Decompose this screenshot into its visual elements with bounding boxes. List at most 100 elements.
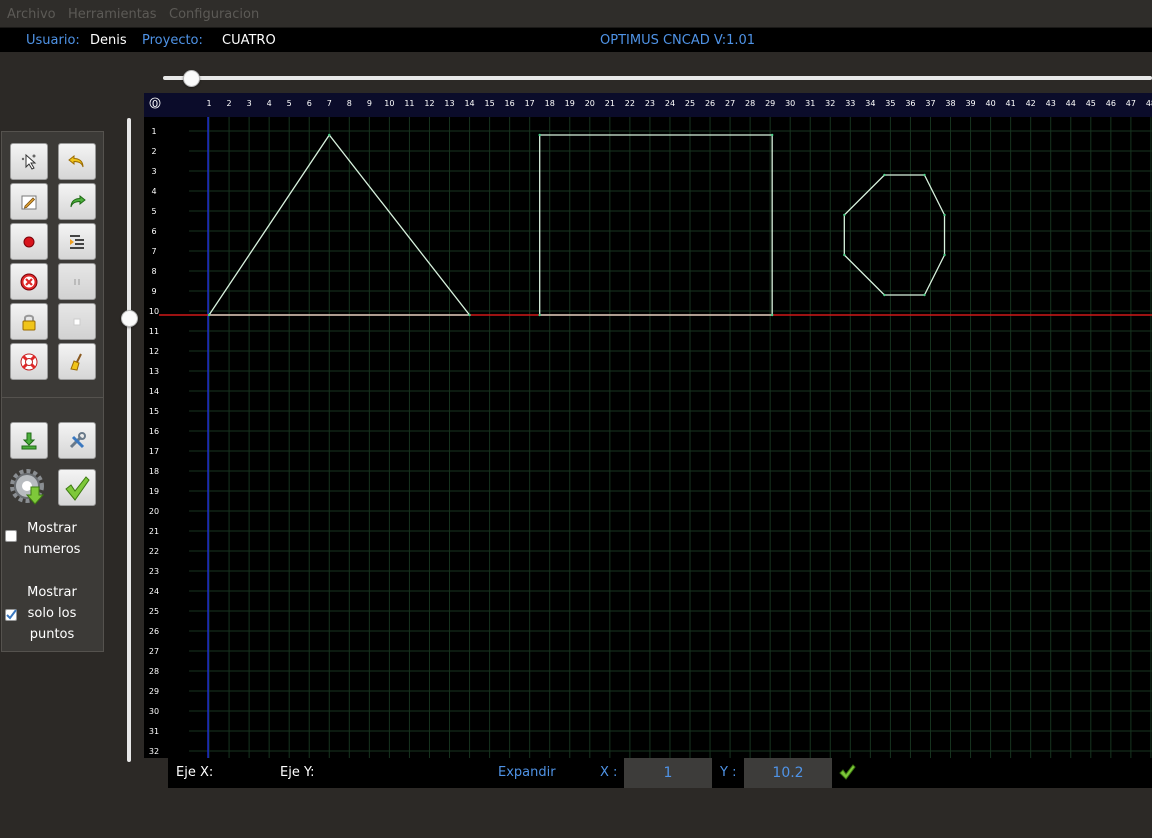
y-tick-label: 21 [149,527,159,536]
show-numbers-label: Mostrar numeros [23,521,81,557]
show-points-checkbox[interactable] [5,609,17,621]
x-tick-label: 18 [545,99,555,108]
menu-archivo[interactable]: Archivo [7,7,56,22]
x-coord-field[interactable]: 1 [624,758,712,788]
select-point-button[interactable] [10,143,48,180]
y-tick-label: 11 [149,327,159,336]
edit-icon [21,195,37,209]
y-tick-label: 27 [149,647,159,656]
zoom-horizontal-slider[interactable] [163,76,1152,80]
y-tick-label: 3 [151,167,156,176]
y-tick-label: 10 [149,307,159,316]
checkbox-check-icon [6,609,17,620]
indent-list-button[interactable] [58,223,96,260]
confirm-button[interactable] [58,469,96,506]
drawing-canvas[interactable]: 0 1 2 3 4 5 6 7 8 9 10 11 12 13 14 15 16 17 18 19 20 21 22 23 24… [144,93,1152,758]
stop-button[interactable] [10,263,48,300]
y-tick-label: 16 [149,427,159,436]
x-tick-label: 1 [206,99,211,108]
x-tick-label: 27 [725,99,735,108]
clear-button[interactable] [58,343,96,380]
y-coord-label: Y : [720,765,737,780]
y-tick-label: 29 [149,687,159,696]
horizontal-slider-handle[interactable] [182,70,200,87]
x-tick-label: 46 [1106,99,1116,108]
x-tick-label: 41 [1006,99,1016,108]
shape-point [770,313,774,317]
x-tick-label: 38 [945,99,955,108]
x-tick-label: 32 [825,99,835,108]
square-button[interactable] [58,303,96,340]
apply-coords-button[interactable] [838,763,856,785]
y-coord-field[interactable]: 10.2 [744,758,832,788]
x-tick-label: 45 [1086,99,1096,108]
download-button[interactable] [10,422,48,459]
y-tick-label: 25 [149,607,159,616]
pause-button[interactable] [58,263,96,300]
x-tick-label: 39 [965,99,975,108]
broom-icon [70,353,82,371]
y-tick-label: 30 [149,707,159,716]
redo-icon [70,194,86,207]
x-tick-label: 7 [327,99,332,108]
pause-icon [74,278,80,285]
y-tick-label: 2 [151,147,156,156]
x-tick-label: 36 [905,99,915,108]
zoom-vertical-slider[interactable] [127,118,131,762]
settings-download-button[interactable] [10,468,48,506]
x-tick-label: 4 [267,99,272,108]
x-coord-label: X : [600,765,618,780]
grid-svg[interactable]: 0 1 2 3 4 5 6 7 8 9 10 11 12 13 14 15 16 17 18 19 20 21 22 23 24… [144,93,1152,758]
user-label: Usuario: [26,33,80,48]
help-button[interactable] [10,343,48,380]
y-tick-label: 7 [151,247,156,256]
show-points-label: Mostrar solo los puntos [27,585,77,642]
edit-button[interactable] [10,183,48,220]
lock-icon [22,314,36,330]
x-tick-label: 12 [424,99,434,108]
shape-point [538,133,541,137]
x-tick-label: 25 [685,99,695,108]
y-tick-label: 1 [151,127,156,136]
y-tick-label: 8 [151,267,156,276]
undo-button[interactable] [58,143,96,180]
stop-icon [20,273,38,290]
project-value: CUATRO [222,33,276,48]
x-tick-label: 16 [505,99,515,108]
lock-button[interactable] [10,303,48,340]
shape-point [843,213,846,217]
expand-link[interactable]: Expandir [498,765,556,780]
tool-panel: Mostrar numeros Mostrar solo los puntos [1,131,104,652]
info-bar: Usuario: Denis Proyecto: CUATRO OPTIMUS … [0,28,1152,52]
record-button[interactable] [10,223,48,260]
menu-configuracion[interactable]: Configuracion [169,7,259,22]
y-tick-label: 20 [149,507,159,516]
menu-bar: Archivo Herramientas Configuracion [0,0,1152,28]
gear-download-icon [10,468,45,505]
status-bar: Eje X: Eje Y: Expandir X : 1 Y : 10.2 [168,758,1152,788]
app-title: OPTIMUS CNCAD V:1.01 [600,33,756,48]
vertical-slider-handle[interactable] [121,309,138,327]
shape-point [843,253,846,257]
y-tick-label: 24 [149,587,159,596]
redo-button[interactable] [58,183,96,220]
y-tick-label: 32 [149,747,159,756]
eje-x-label: Eje X: [176,765,214,780]
shape-point [883,173,886,177]
x-tick-label: 14 [464,99,474,108]
select-point-icon [21,153,37,170]
y-tick-label: 18 [149,467,159,476]
menu-herramientas[interactable]: Herramientas [68,7,157,22]
x-tick-label: 43 [1046,99,1056,108]
record-icon [23,236,35,247]
x-tick-label: 19 [565,99,575,108]
tools-button[interactable] [58,422,96,459]
x-tick-label: 21 [605,99,615,108]
x-tick-label: 24 [665,99,675,108]
x-tick-label: 37 [925,99,935,108]
x-tick-label: 2 [227,99,232,108]
shape-point [943,213,946,217]
checkmark-icon [839,764,856,780]
x-tick-label: 3 [247,99,252,108]
x-tick-label: 20 [585,99,595,108]
